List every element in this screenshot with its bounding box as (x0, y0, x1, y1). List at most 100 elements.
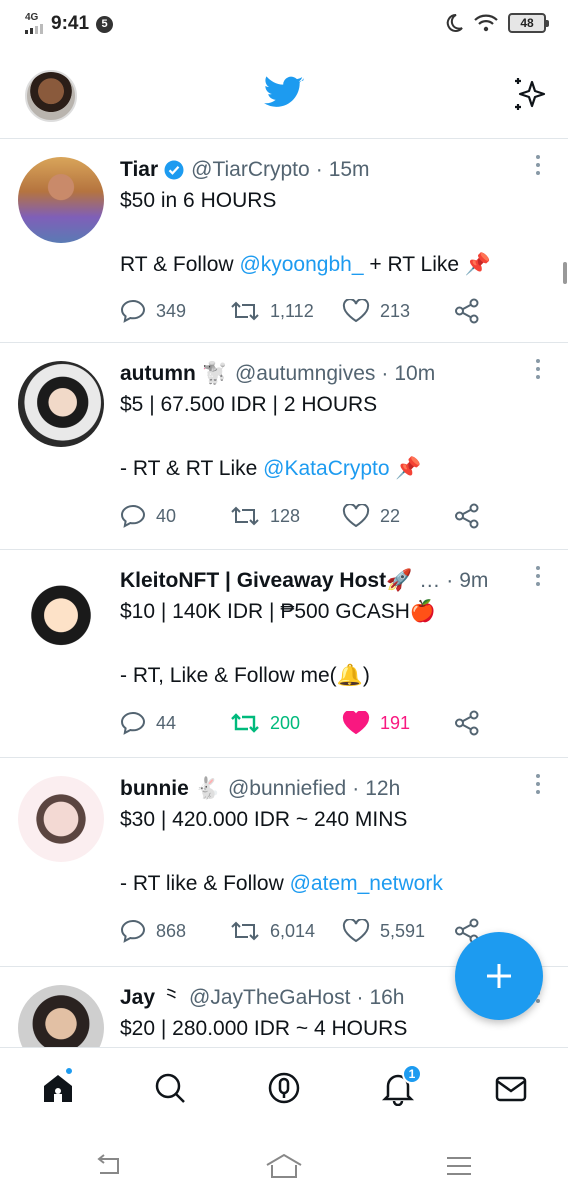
retweet-button[interactable]: 6,014 (230, 919, 342, 943)
scrollbar[interactable] (563, 262, 567, 284)
like-button[interactable]: 191 (342, 711, 454, 735)
nav-home[interactable] (40, 1066, 76, 1111)
plus-icon (487, 964, 511, 988)
tweet-author-name[interactable]: autumn (120, 359, 196, 389)
separator-dot: · (315, 158, 323, 181)
mention-link[interactable]: @atem_network (290, 872, 443, 895)
tweet-author-name[interactable]: Tiar (120, 155, 158, 185)
like-count: 191 (380, 712, 411, 733)
top-app-bar (0, 50, 568, 139)
wifi-icon (474, 14, 498, 32)
system-back-button[interactable] (94, 1153, 124, 1184)
mention-link[interactable]: @KataCrypto (263, 457, 389, 480)
retweet-count: 6,014 (270, 920, 316, 941)
battery-indicator: 48 (508, 13, 549, 33)
tweet-timestamp[interactable]: 12h (365, 774, 400, 804)
avatar[interactable] (18, 157, 104, 243)
tweet-handle[interactable]: … (419, 566, 440, 596)
avatar[interactable] (18, 361, 104, 447)
tweet-handle[interactable]: @autumngives (235, 359, 375, 389)
compose-tweet-button[interactable] (455, 932, 543, 1020)
system-home-button[interactable] (265, 1153, 303, 1184)
share-icon (455, 710, 479, 736)
retweet-icon (231, 713, 259, 733)
tweet-text-line: $30 | 420.000 IDR ~ 240 MINS (120, 808, 408, 831)
share-button[interactable] (454, 503, 480, 529)
tweet-timestamp[interactable]: 9m (459, 566, 488, 596)
tweet[interactable]: KleitoNFT | Giveaway Host🚀 … · 9m $10 | … (0, 550, 568, 758)
share-button[interactable] (454, 298, 480, 324)
unread-dot (64, 1066, 74, 1076)
like-button[interactable]: 5,591 (342, 919, 454, 943)
retweet-count: 1,112 (270, 300, 314, 321)
search-icon (155, 1073, 185, 1103)
tweet[interactable]: Tiar @TiarCrypto · 15m $50 in 6 HOURS RT… (0, 139, 568, 343)
tweet-timestamp[interactable]: 15m (329, 155, 370, 185)
timeline-feed[interactable]: Tiar @TiarCrypto · 15m $50 in 6 HOURS RT… (0, 139, 568, 1047)
more-options-icon[interactable] (534, 774, 542, 798)
menu-icon (447, 1157, 471, 1175)
reply-icon (120, 299, 146, 323)
heart-icon (342, 299, 370, 323)
retweet-button[interactable]: 200 (230, 711, 342, 735)
nav-spaces[interactable] (266, 1070, 302, 1111)
reply-count: 40 (156, 505, 177, 526)
moon-icon (446, 13, 463, 32)
tweet-handle[interactable]: @JayTheGaHost (189, 983, 350, 1013)
reply-count: 44 (156, 712, 177, 733)
tweet-handle[interactable]: @bunniefied (228, 774, 346, 804)
more-options-icon[interactable] (534, 155, 542, 179)
heart-icon (342, 919, 370, 943)
retweet-button[interactable]: 128 (230, 504, 342, 528)
cell-signal-icon: 4G (24, 12, 46, 36)
reply-button[interactable]: 44 (120, 711, 230, 735)
tweet-handle[interactable]: @TiarCrypto (191, 155, 310, 185)
nav-search[interactable] (152, 1070, 188, 1111)
separator-dot: · (352, 777, 360, 800)
tweet-text-line: $10 | 140K IDR | ₱500 GCASH🍎 (120, 600, 437, 623)
nav-messages[interactable] (493, 1070, 529, 1111)
profile-avatar[interactable] (25, 70, 77, 122)
tweet-timestamp[interactable]: 16h (369, 983, 404, 1013)
reply-icon (120, 711, 146, 735)
status-bar: 4G 9:41 5 48 (0, 0, 568, 50)
notification-count: 5 (96, 15, 114, 33)
reply-count: 868 (156, 920, 187, 941)
tweet[interactable]: autumn 🐩 @autumngives · 10m $5 | 67.500 … (0, 343, 568, 550)
tweet-text-line: $50 in 6 HOURS (120, 189, 277, 212)
tweet-text-line: $20 | 280.000 IDR ~ 4 HOURS (120, 1017, 408, 1040)
like-button[interactable]: 22 (342, 504, 454, 528)
reply-button[interactable]: 40 (120, 504, 230, 528)
tweet-author-name[interactable]: bunnie (120, 774, 189, 804)
reply-button[interactable]: 868 (120, 919, 230, 943)
more-options-icon[interactable] (534, 359, 542, 383)
name-emoji: 🐩 (201, 362, 228, 385)
back-icon (97, 1154, 119, 1174)
reply-icon (120, 504, 146, 528)
tweet-author-name[interactable]: KleitoNFT | Giveaway Host🚀 (120, 566, 412, 596)
system-menu-button[interactable] (445, 1153, 473, 1184)
mention-link[interactable]: @kyoongbh_ (239, 253, 363, 276)
heart-icon (342, 504, 370, 528)
tweet-timestamp[interactable]: 10m (394, 359, 435, 389)
avatar[interactable] (18, 776, 104, 862)
retweet-button[interactable]: 1,112 (230, 299, 342, 323)
home-icon (266, 1153, 302, 1178)
tweet-author-name[interactable]: Jay (120, 983, 155, 1013)
like-button[interactable]: 213 (342, 299, 454, 323)
avatar[interactable] (18, 985, 104, 1047)
spaces-icon (268, 1072, 300, 1104)
more-options-icon[interactable] (534, 566, 542, 590)
bottom-navigation: 1 (0, 1047, 568, 1131)
tweet-text-line: - RT, Like & Follow me(🔔) (120, 664, 370, 687)
reply-icon (120, 919, 146, 943)
twitter-bird-icon[interactable] (264, 76, 304, 110)
reply-count: 349 (156, 300, 187, 321)
avatar[interactable] (18, 568, 104, 654)
sparkle-icon[interactable] (510, 74, 550, 114)
reply-button[interactable]: 349 (120, 299, 230, 323)
share-icon (455, 298, 479, 324)
clock: 9:41 (51, 13, 90, 34)
share-button[interactable] (454, 710, 480, 736)
nav-notifications[interactable]: 1 (380, 1064, 422, 1111)
